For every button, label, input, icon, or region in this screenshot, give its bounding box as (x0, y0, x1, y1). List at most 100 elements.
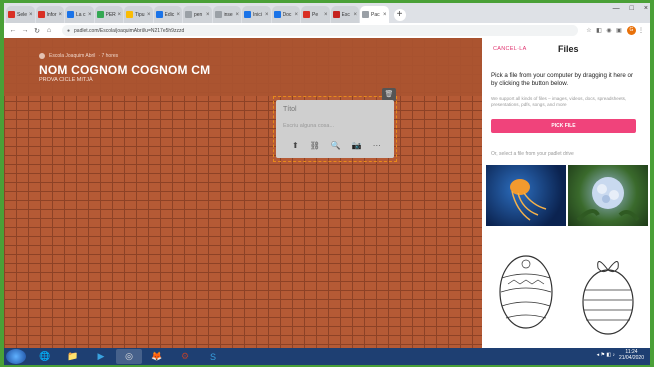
page-viewport: Escola Joaquim Abril · 7 hores NOM COGNO… (4, 38, 650, 348)
search-icon[interactable]: 🔍 (331, 141, 341, 150)
tab-4[interactable]: Tipu × (124, 6, 153, 23)
favicon-icon (155, 11, 163, 18)
tab-11[interactable]: Esc × (330, 6, 359, 23)
new-tab-button[interactable]: + (393, 9, 406, 21)
padlet-board[interactable]: Escola Joaquim Abril · 7 hores NOM COGNO… (4, 38, 482, 348)
tab-label: Inici (253, 11, 262, 18)
author-name: Escola Joaquim Abril (49, 53, 96, 59)
tab-close-icon[interactable]: × (294, 12, 298, 18)
tab-label: La c (76, 11, 86, 18)
favicon-icon (244, 11, 251, 18)
author-line: Escola Joaquim Abril · 7 hores (39, 53, 118, 59)
window-controls: — □ × (613, 5, 648, 12)
egg-outline-icon (499, 255, 553, 329)
cancel-button[interactable]: CANCEL·LA (493, 46, 527, 52)
tab-close-icon[interactable]: × (383, 12, 387, 18)
tab-1[interactable]: Infor × (35, 6, 64, 23)
browser-toolbar: ← → ↻ ⌂ ● padlet.com/Escola/joaquimAbril… (4, 23, 650, 38)
media-player-icon[interactable]: ▶ (88, 349, 114, 364)
skype-icon[interactable]: S (200, 349, 226, 364)
home-icon[interactable]: ⌂ (44, 27, 54, 34)
reload-icon[interactable]: ↻ (32, 27, 42, 35)
app-icon[interactable]: ⚙ (172, 349, 198, 364)
post-box: Títol Escriu alguna cosa... ⬆ ⛓ 🔍 📷 ··· (276, 100, 394, 158)
tab-close-icon[interactable]: × (353, 12, 357, 18)
jellyfish-image[interactable] (486, 165, 566, 226)
favicon-icon (96, 11, 104, 18)
tab-close-icon[interactable]: × (206, 12, 210, 18)
upload-icon[interactable]: ⬆ (292, 141, 299, 150)
more-icon[interactable]: ··· (373, 141, 381, 150)
post-composer: 🗑 Títol Escriu alguna cosa... ⬆ ⛓ 🔍 📷 ··… (273, 88, 397, 162)
tab-bar: Sele × Infor × La c × PER × Tipu × Edic × pen × inse × I… (4, 3, 650, 23)
tab-7[interactable]: inse × (212, 6, 241, 23)
pick-file-button[interactable]: PICK FILE (491, 119, 636, 133)
easter-egg-bow-drawing[interactable] (568, 230, 648, 348)
url-text: padlet.com/Escola/joaquimAbril/u=N217e5h… (74, 27, 185, 34)
tab-label: Infor (46, 11, 57, 18)
tab-3[interactable]: PER × (94, 6, 123, 23)
address-bar[interactable]: ● padlet.com/Escola/joaquimAbril/u=N217e… (62, 25, 578, 36)
explorer-icon[interactable]: 📁 (60, 349, 86, 364)
hydrangea-image[interactable] (568, 165, 648, 226)
start-button[interactable] (6, 349, 26, 364)
favicon-icon (273, 11, 281, 18)
tab-9[interactable]: Doc × (271, 6, 300, 23)
post-actions: ⬆ ⛓ 🔍 📷 ··· (292, 141, 381, 150)
tab-close-icon[interactable]: × (265, 12, 269, 18)
jellyfish-icon (510, 179, 547, 221)
tray-icons[interactable]: ◂ ⚑ ◧ ♪ (597, 352, 615, 358)
tab-12[interactable]: Pac × (360, 6, 389, 23)
tab-6[interactable]: pen × (183, 6, 212, 23)
tab-label: Pe (312, 11, 319, 18)
easter-egg-drawing[interactable] (486, 230, 566, 348)
window-frame: Sele × Infor × La c × PER × Tipu × Edic × pen × inse × I… (0, 0, 654, 367)
tab-close-icon[interactable]: × (147, 12, 151, 18)
tab-close-icon[interactable]: × (176, 12, 180, 18)
tab-close-icon[interactable]: × (29, 12, 33, 18)
tab-5[interactable]: Edic × (153, 6, 182, 23)
tab-2[interactable]: La c × (65, 6, 94, 23)
file-picker-panel: CANCEL·LA Files Pick a file from your co… (482, 38, 650, 348)
tab-close-icon[interactable]: × (117, 12, 121, 18)
tab-close-icon[interactable]: × (235, 12, 239, 18)
tab-10[interactable]: Pe × (301, 6, 330, 23)
system-tray: ◂ ⚑ ◧ ♪ 11:24 21/04/2020 (597, 349, 644, 361)
back-icon[interactable]: ← (8, 27, 18, 34)
favicon-icon (362, 11, 369, 18)
panel-description: Pick a file from your computer by draggi… (491, 72, 634, 87)
ie-icon[interactable]: 🌐 (32, 349, 58, 364)
padlet-title: NOM COGNOM COGNOM CM (39, 63, 211, 77)
tab-label: Esc (341, 11, 350, 18)
tab-label: pen (194, 11, 203, 18)
profile-avatar[interactable]: G (627, 26, 636, 35)
maximize-button[interactable]: □ (630, 5, 634, 12)
firefox-icon[interactable]: 🦊 (144, 349, 170, 364)
extension-icon-2[interactable]: ◉ (604, 27, 614, 34)
post-title-input[interactable]: Títol (283, 106, 373, 113)
tab-label: Tipu (135, 11, 145, 18)
menu-icon[interactable]: ⋮ (636, 27, 646, 34)
extension-icon[interactable]: ◧ (594, 27, 604, 34)
link-icon[interactable]: ⛓ (310, 141, 320, 150)
post-body-input[interactable]: Escriu alguna cosa... (283, 123, 383, 129)
close-window-button[interactable]: × (644, 5, 648, 12)
chrome-icon[interactable]: ◎ (116, 349, 142, 364)
tab-label: Sele (17, 11, 28, 18)
tab-close-icon[interactable]: × (324, 12, 328, 18)
minimize-button[interactable]: — (613, 5, 620, 12)
lock-icon: ● (67, 27, 71, 34)
forward-icon[interactable]: → (20, 27, 30, 34)
favicon-icon (185, 11, 192, 18)
clock: 11:24 21/04/2020 (619, 349, 644, 361)
extension-icon-3[interactable]: ▣ (614, 27, 624, 34)
tab-close-icon[interactable]: × (58, 12, 62, 18)
tab-8[interactable]: Inici × (242, 6, 271, 23)
tab-close-icon[interactable]: × (88, 12, 92, 18)
tab-0[interactable]: Sele × (6, 6, 35, 23)
taskbar-apps: 🌐 📁 ▶ ◎ 🦊 ⚙ S (32, 349, 228, 364)
star-icon[interactable]: ☆ (584, 27, 594, 34)
padlet-subtitle: PROVA CICLE MITJÀ (39, 77, 93, 83)
clock-date: 21/04/2020 (618, 355, 644, 361)
camera-icon[interactable]: 📷 (352, 141, 362, 150)
